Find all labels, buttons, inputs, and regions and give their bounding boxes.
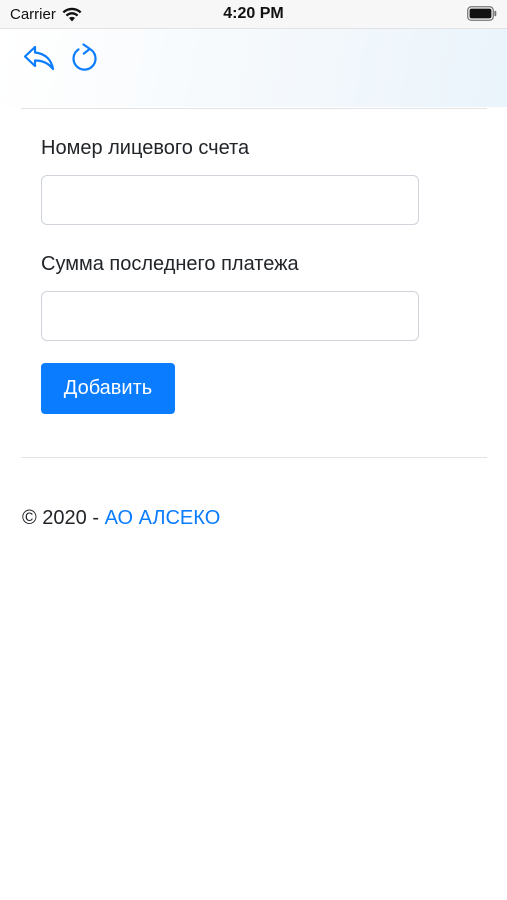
reload-icon — [72, 43, 97, 71]
back-button[interactable] — [22, 41, 56, 75]
battery-icon — [467, 6, 497, 21]
company-link[interactable]: АО АЛСЕКО — [105, 507, 221, 529]
app-screen: Carrier 4:20 PM Номер лицевого счета Сум… — [0, 0, 507, 900]
top-divider — [21, 108, 487, 109]
copyright-text: © 2020 - — [22, 507, 105, 529]
last-payment-input[interactable] — [41, 291, 419, 341]
top-toolbar — [0, 29, 507, 107]
reload-button[interactable] — [68, 41, 102, 75]
add-button[interactable]: Добавить — [41, 363, 175, 414]
back-arrow-icon — [23, 45, 55, 71]
last-payment-label: Сумма последнего платежа — [41, 253, 299, 275]
account-number-input[interactable] — [41, 175, 419, 225]
status-bar: Carrier 4:20 PM — [0, 0, 507, 29]
status-time: 4:20 PM — [223, 5, 284, 22]
account-number-label: Номер лицевого счета — [41, 137, 250, 159]
footer: © 2020 - АО АЛСЕКО — [22, 507, 220, 530]
bottom-divider — [21, 457, 487, 458]
